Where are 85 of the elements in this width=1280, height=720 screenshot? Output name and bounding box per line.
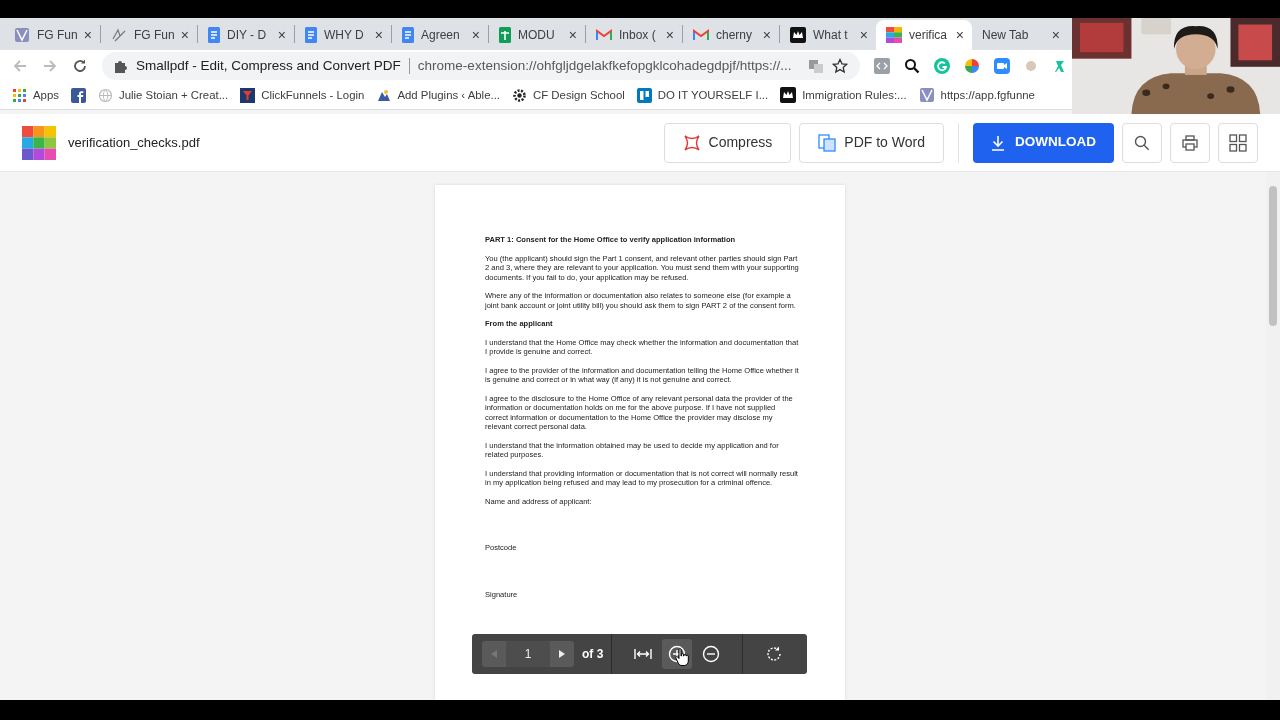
search-icon: [1134, 134, 1150, 151]
zoom-in-icon: [668, 645, 687, 663]
puzzle-icon: [114, 59, 128, 73]
bookmark[interactable]: Julie Stoian + Creat...: [97, 86, 229, 105]
search-icon: [903, 58, 920, 74]
print-button[interactable]: [1170, 122, 1210, 163]
close-icon[interactable]: ×: [471, 28, 480, 42]
close-icon[interactable]: ×: [568, 28, 577, 42]
bookmark[interactable]: Apps: [12, 86, 59, 105]
grid-icon: [1229, 133, 1247, 152]
compress-button[interactable]: Compress: [663, 122, 792, 163]
download-button[interactable]: DOWNLOAD: [973, 122, 1114, 163]
address-bar[interactable]: Smallpdf - Edit, Compress and Convert PDF chrome-extension://ohfgljdgelakfkefopgklcohadegdpjf/https://...: [102, 52, 860, 80]
spreadsheet-icon: [499, 27, 511, 43]
browser-tab[interactable]: WHY D ×: [295, 20, 391, 50]
grammar-icon: [933, 58, 950, 74]
bookmark[interactable]: Add Plugins ‹ Able...: [376, 86, 500, 105]
browser-tab[interactable]: FG Fun ×: [4, 20, 100, 50]
bookmark[interactable]: CF Design School: [511, 86, 625, 105]
mail-icon: [693, 29, 709, 41]
search-button[interactable]: [1122, 122, 1162, 163]
document-icon: [818, 133, 837, 152]
funnel-icon: [240, 88, 256, 103]
board-icon: [636, 88, 652, 103]
browser-tab[interactable]: FG Fun ×: [101, 20, 197, 50]
forward-icon: [42, 58, 58, 74]
back-icon: [12, 58, 28, 74]
browser-tab[interactable]: Inbox ( ×: [586, 20, 682, 50]
browser-tab[interactable]: Agreen ×: [392, 20, 488, 50]
browser-tab[interactable]: MODU ×: [489, 20, 585, 50]
page-title: Smallpdf - Edit, Compress and Convert PDF: [136, 56, 401, 75]
star-icon: [831, 58, 848, 74]
page-count: of 3: [582, 646, 604, 663]
site-icon: [14, 27, 30, 43]
url-text: chrome-extension://ohfgljdgelakfkefopgklcohadegdpjf/https://...: [417, 56, 792, 75]
close-icon[interactable]: ×: [955, 28, 964, 42]
download-icon: [991, 134, 1005, 151]
close-icon[interactable]: ×: [277, 28, 286, 42]
close-icon[interactable]: ×: [665, 28, 674, 42]
file-name: verification_checks.pdf: [68, 133, 200, 152]
browser-tab[interactable]: verifica ×: [876, 20, 972, 50]
bookmark[interactable]: Immigration Rules:...: [780, 86, 907, 105]
globe-icon: [97, 88, 113, 103]
bookmark[interactable]: ClickFunnels - Login: [240, 86, 365, 105]
bookmark[interactable]: DO IT YOURSELF I...: [636, 86, 769, 105]
crown-icon: [790, 27, 806, 43]
print-icon: [1182, 134, 1198, 151]
extension-icon: [1023, 59, 1038, 73]
facebook-icon[interactable]: [70, 88, 86, 103]
sketch-icon: [111, 27, 127, 43]
document-icon: [402, 27, 414, 43]
close-icon[interactable]: ×: [83, 28, 92, 42]
close-icon[interactable]: ×: [859, 28, 868, 42]
document-icon: [305, 27, 317, 43]
logo-icon: [22, 125, 56, 160]
bookmark[interactable]: https://app.fgfunne: [918, 86, 1035, 105]
rotate-icon: [765, 645, 784, 663]
browser-tab[interactable]: cherny ×: [683, 20, 779, 50]
browser-tab[interactable]: New Tab ×: [972, 20, 1068, 50]
close-icon[interactable]: ×: [1051, 28, 1060, 42]
close-icon[interactable]: ×: [762, 28, 771, 42]
gear-icon: [511, 88, 527, 103]
compress-icon: [682, 133, 701, 152]
close-icon[interactable]: ×: [374, 28, 383, 42]
hand-cursor-icon: [675, 648, 689, 666]
apps-grid-icon: [12, 88, 27, 103]
zoom-out-icon: [702, 645, 721, 663]
color-wheel-icon: [963, 58, 980, 74]
code-icon: [873, 58, 890, 74]
site-icon: [918, 87, 935, 104]
pdf-to-word-button[interactable]: PDF to Word: [799, 122, 944, 163]
crown-icon: [780, 87, 797, 104]
browser-tab[interactable]: What t ×: [780, 20, 876, 50]
caret-icon: [559, 650, 565, 658]
mail-icon: [596, 29, 612, 41]
close-icon[interactable]: ×: [180, 28, 189, 42]
video-camera-icon: [993, 58, 1010, 74]
caret-icon: [491, 650, 497, 658]
browser-tab[interactable]: DIY - D ×: [198, 20, 294, 50]
page-number-field[interactable]: 1: [506, 641, 550, 667]
fit-width-icon: [634, 648, 653, 660]
logo-icon: [886, 27, 902, 43]
document-icon: [208, 27, 220, 43]
reload-icon: [72, 58, 88, 74]
apps-button[interactable]: [1218, 122, 1258, 163]
